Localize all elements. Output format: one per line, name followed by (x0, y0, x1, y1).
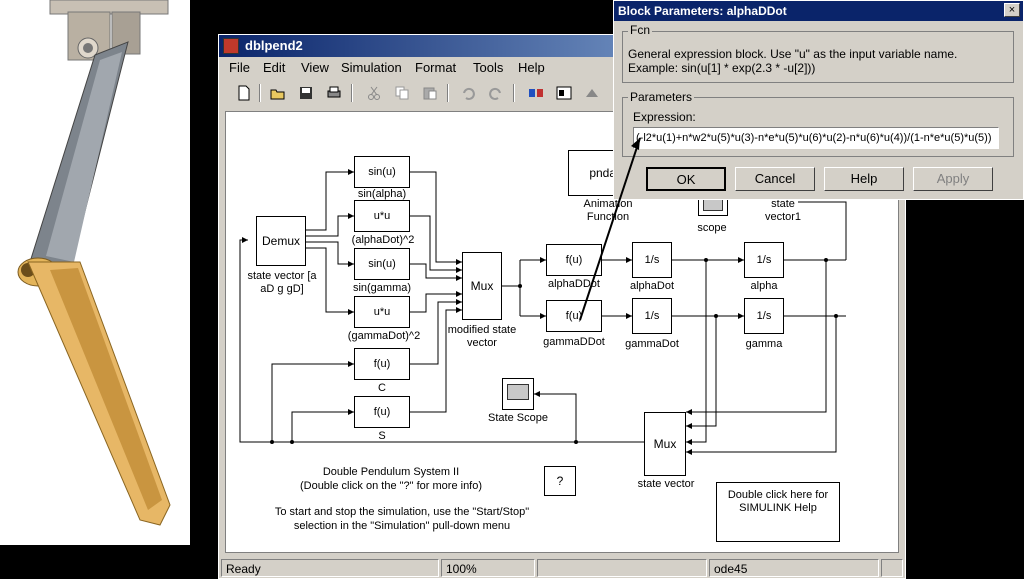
annotation-arrow (579, 137, 641, 321)
